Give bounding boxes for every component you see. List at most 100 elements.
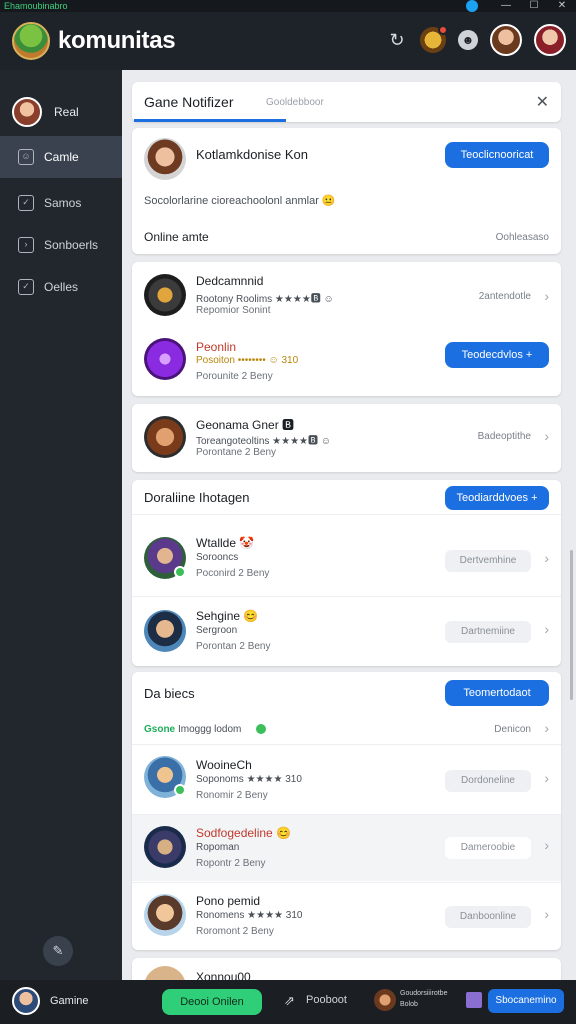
player-status-line: Porounite 2 Beny: [196, 371, 273, 382]
player-meta: Rootony Roolims ★★★★🅱 ☺: [196, 290, 334, 305]
share-icon[interactable]: ⇗: [284, 993, 295, 1009]
compose-button[interactable]: ✎: [43, 936, 73, 966]
chevron-right-icon[interactable]: ›: [544, 770, 549, 786]
divider: [132, 514, 561, 515]
window-title: Ehamoubinabro: [4, 1, 68, 11]
emoji-icon[interactable]: ☻: [458, 30, 478, 50]
player-status-line: Ropontr 2 Beny: [196, 858, 266, 869]
player-status-line: Roromont 2 Beny: [196, 926, 274, 937]
player-status-line: Ronomir 2 Beny: [196, 790, 268, 801]
filter-right: Denicon: [494, 724, 531, 735]
player-action-label: Teodecdvlos: [461, 349, 523, 361]
profile-avatar[interactable]: [534, 24, 566, 56]
player-action-button[interactable]: Dartnemiine: [445, 621, 531, 643]
online-indicator: [174, 784, 186, 796]
tab-game-notifier[interactable]: Gane Notifizer: [144, 94, 233, 110]
close-window-icon[interactable]: ✕: [548, 0, 576, 12]
refresh-icon[interactable]: ↻: [386, 29, 408, 51]
sidebar-item-samos[interactable]: ✓ Samos: [0, 182, 122, 224]
player-avatar: [144, 338, 186, 380]
player-name: Pono pemid: [196, 894, 261, 908]
go-online-button[interactable]: Deooi Onilen: [162, 989, 262, 1015]
featured-footer-right[interactable]: Oohleasaso: [496, 232, 549, 243]
chevron-right-icon[interactable]: ›: [544, 550, 549, 566]
scrollbar[interactable]: [570, 550, 573, 700]
player-action-button[interactable]: Dertvemhine: [445, 550, 531, 572]
section-title: Da biecs: [144, 686, 195, 701]
section-action-button[interactable]: Teomertodaot: [445, 680, 549, 706]
friend-avatar-1[interactable]: [490, 24, 522, 56]
chevron-right-icon[interactable]: ›: [544, 720, 549, 736]
notification-avatar[interactable]: [420, 25, 448, 53]
bottom-user-avatar[interactable]: [12, 987, 40, 1015]
bottom-item-text: Goudorsiiirotbe: [400, 990, 448, 997]
sidebar-item-camle[interactable]: ☺ Camle: [0, 136, 122, 178]
section-action-button[interactable]: Teodiarddvoes +: [445, 486, 549, 510]
player-action-button[interactable]: Dordoneline: [445, 770, 531, 792]
twitter-icon[interactable]: [466, 0, 478, 12]
player-name: Xonnou00: [196, 970, 251, 980]
friends-section-card: Da biecs Teomertodaot Gsone Imoggg lodom…: [132, 672, 561, 950]
sidebar-user[interactable]: Real: [0, 70, 122, 136]
player-status-line: Porontan 2 Beny: [196, 641, 271, 652]
active-tab-indicator: [134, 119, 286, 122]
chevron-right-icon[interactable]: ›: [544, 906, 549, 922]
sidebar-item-sonboerls[interactable]: › Sonboerls: [0, 224, 122, 266]
bottom-action-button[interactable]: Sbocanemino: [488, 989, 564, 1013]
bottom-bar: Gamine Deooi Onilen ⇗ Pooboot Goudorsiii…: [0, 980, 576, 1024]
online-indicator: [174, 566, 186, 578]
app-header: komunitas ↻ ☻: [0, 12, 576, 70]
window-controls: — ☐ ✕: [466, 0, 576, 12]
check-icon: ✓: [18, 195, 34, 211]
partial-card: Xonnou00: [132, 958, 561, 980]
chevron-right-icon[interactable]: ›: [544, 621, 549, 637]
players-card: Dedcamnnid Rootony Roolims ★★★★🅱 ☺ Repom…: [132, 262, 561, 396]
main-content: Gane Notifizer Gooldebboor ✕ Kotlamkdoni…: [122, 70, 576, 980]
player-meta: Toreangoteoltins ★★★★🅱 ☺: [196, 436, 332, 447]
sidebar-user-avatar: [12, 97, 42, 127]
chevron-right-icon[interactable]: ›: [544, 288, 549, 304]
brand-name: komunitas: [58, 27, 176, 54]
player-action-button[interactable]: Danboonline: [445, 906, 531, 928]
check-icon: ✓: [18, 279, 34, 295]
plus-icon: +: [531, 492, 538, 504]
player-name: Dedcamnnid: [196, 274, 264, 288]
player-meta: Ropoman: [196, 842, 240, 853]
featured-name: Kotlamkdonise Kon: [196, 147, 309, 162]
tab-secondary[interactable]: Gooldebboor: [266, 97, 324, 108]
bottom-item-label[interactable]: Pooboot: [306, 994, 347, 1006]
sidebar-item-label: Oelles: [44, 280, 79, 294]
filter-label: Gsone: [144, 724, 176, 735]
player-card[interactable]: Geonama Gner 🅱 Toreangoteoltins ★★★★🅱 ☺ …: [132, 404, 561, 472]
sidebar-item-oelles[interactable]: ✓ Oelles: [0, 266, 122, 308]
close-icon[interactable]: ✕: [536, 92, 549, 112]
sidebar: Real ☺ Camle ✓ Samos › Sonboerls ✓ Oelle…: [0, 70, 122, 980]
player-status-line: Porontane 2 Beny: [196, 447, 277, 458]
player-avatar: [144, 966, 186, 980]
chevron-right-icon[interactable]: ›: [544, 428, 549, 444]
featured-card: Kotlamkdonise Kon Teoclicnooricat Socolo…: [132, 128, 561, 254]
minimize-icon[interactable]: —: [492, 0, 520, 12]
section-action-label: Teodiarddvoes: [456, 492, 529, 504]
user-icon: ☺: [18, 149, 34, 165]
player-status: Badeoptithe: [477, 431, 531, 442]
player-meta: Ronomens ★★★★ 310: [196, 910, 303, 921]
header-actions: ↻ ☻: [386, 24, 566, 56]
player-name: Sehgine 😊: [196, 609, 259, 623]
list-item[interactable]: Sodfogedeline 😊 Ropoman Ropontr 2 Beny D…: [132, 815, 561, 881]
notification-tabs: Gane Notifizer Gooldebboor ✕: [132, 82, 561, 122]
featured-message: Socolorlarine cioreachoolonl anmlar 😐: [144, 195, 336, 207]
plus-icon: +: [525, 349, 533, 361]
chevron-right-icon[interactable]: ›: [544, 837, 549, 853]
featured-action-button[interactable]: Teoclicnooricat: [445, 142, 549, 168]
player-meta: Posoiton •••••••• ☺ 310: [196, 355, 299, 366]
sidebar-item-label: Sonboerls: [44, 238, 99, 252]
filter-text: Imoggg lodom: [178, 724, 242, 735]
grid-icon[interactable]: [466, 992, 482, 1008]
player-action-button[interactable]: Dameroobie: [445, 837, 531, 859]
maximize-icon[interactable]: ☐: [520, 0, 548, 12]
bottom-item-avatar[interactable]: [374, 989, 396, 1011]
player-action-button[interactable]: Teodecdvlos +: [445, 342, 549, 368]
section-title: Doraliine Ihotagen: [144, 490, 250, 505]
featured-avatar[interactable]: [144, 138, 186, 180]
